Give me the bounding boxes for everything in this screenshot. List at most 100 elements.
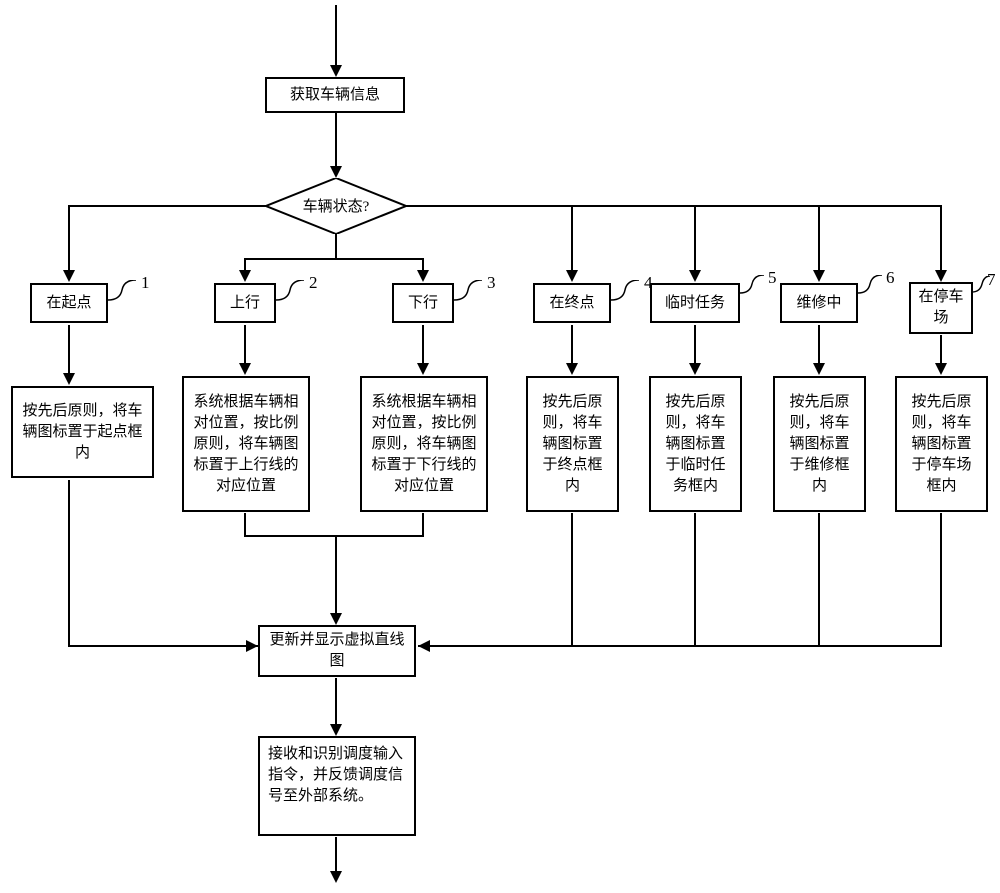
flow-line (694, 513, 696, 645)
action-label: 系统根据车辆相对位置，按比例原则，将车辆图标置于下行线的对应位置 (370, 392, 478, 497)
flow-line (940, 513, 942, 645)
decision-label: 车辆状态? (266, 195, 406, 216)
process-label: 获取车辆信息 (290, 85, 380, 106)
arrow-down-icon (330, 613, 342, 625)
branch-number: 2 (309, 273, 318, 293)
connector-curve (611, 280, 641, 302)
flow-line (244, 258, 424, 260)
process-get-info: 获取车辆信息 (265, 77, 405, 113)
arrow-down-icon (566, 270, 578, 282)
flow-line (418, 645, 942, 647)
flow-line (818, 513, 820, 645)
arrow-right-icon (246, 640, 258, 652)
action-label: 按先后原则，将车辆图标置于维修框内 (783, 392, 856, 497)
arrow-down-icon (239, 363, 251, 375)
branch-number: 5 (768, 268, 777, 288)
action-box-2: 系统根据车辆相对位置，按比例原则，将车辆图标置于上行线的对应位置 (182, 376, 310, 512)
flow-line (335, 837, 337, 873)
action-box-6: 按先后原则，将车辆图标置于维修框内 (773, 376, 866, 512)
arrow-down-icon (417, 363, 429, 375)
flow-line (68, 205, 70, 272)
flow-line (405, 205, 941, 207)
state-box-4: 在终点 (533, 283, 611, 323)
arrow-left-icon (418, 640, 430, 652)
action-label: 按先后原则，将车辆图标置于临时任务框内 (659, 392, 732, 497)
process-update-display: 更新并显示虚拟直线图 (258, 625, 416, 677)
decision-vehicle-state: 车辆状态? (266, 178, 406, 234)
arrow-down-icon (330, 65, 342, 77)
action-box-3: 系统根据车辆相对位置，按比例原则，将车辆图标置于下行线的对应位置 (360, 376, 488, 512)
arrow-down-icon (566, 363, 578, 375)
arrow-down-icon (935, 270, 947, 282)
state-label: 在停车场 (915, 287, 967, 329)
branch-number: 6 (886, 268, 895, 288)
state-box-5: 临时任务 (650, 283, 740, 323)
flow-line (335, 5, 337, 67)
action-box-1: 按先后原则，将车辆图标置于起点框内 (11, 386, 154, 478)
state-label: 临时任务 (665, 293, 725, 314)
state-label: 下行 (408, 293, 438, 314)
action-label: 按先后原则，将车辆图标置于停车场框内 (905, 392, 978, 497)
state-label: 在起点 (46, 293, 91, 314)
action-box-4: 按先后原则，将车辆图标置于终点框内 (526, 376, 619, 512)
state-box-2: 上行 (214, 283, 276, 323)
flow-line (422, 325, 424, 365)
flow-line (694, 205, 696, 272)
arrow-down-icon (813, 270, 825, 282)
arrow-down-icon (813, 363, 825, 375)
flow-line (694, 325, 696, 365)
flow-line (571, 325, 573, 365)
branch-number: 3 (487, 273, 496, 293)
flow-line (571, 513, 573, 645)
action-label: 按先后原则，将车辆图标置于终点框内 (536, 392, 609, 497)
process-receive-dispatch: 接收和识别调度输入指令，并反馈调度信号至外部系统。 (258, 736, 416, 836)
arrow-down-icon (689, 270, 701, 282)
branch-number: 7 (987, 270, 996, 290)
flow-line (422, 513, 424, 535)
action-label: 系统根据车辆相对位置，按比例原则，将车辆图标置于上行线的对应位置 (192, 392, 300, 497)
flow-line (335, 535, 337, 615)
flow-line (335, 234, 337, 258)
flow-line (940, 335, 942, 365)
state-label: 维修中 (796, 293, 841, 314)
connector-curve (276, 280, 306, 302)
flow-line (244, 325, 246, 365)
branch-number: 1 (141, 273, 150, 293)
flow-line (244, 513, 246, 535)
arrow-down-icon (239, 270, 251, 282)
connector-curve (454, 280, 484, 302)
flow-line (68, 325, 70, 375)
connector-curve (858, 275, 884, 295)
process-label: 接收和识别调度输入指令，并反馈调度信号至外部系统。 (268, 744, 406, 807)
action-label: 按先后原则，将车辆图标置于起点框内 (21, 401, 144, 464)
flow-line (68, 205, 267, 207)
arrow-down-icon (63, 373, 75, 385)
state-box-7: 在停车场 (909, 282, 973, 334)
arrow-down-icon (689, 363, 701, 375)
flow-line (68, 645, 258, 647)
arrow-down-icon (935, 363, 947, 375)
state-box-1: 在起点 (30, 283, 108, 323)
flow-line (68, 480, 70, 645)
flow-line (818, 205, 820, 272)
flow-line (335, 113, 337, 168)
state-label: 在终点 (549, 293, 594, 314)
flow-line (335, 678, 337, 726)
action-box-5: 按先后原则，将车辆图标置于临时任务框内 (649, 376, 742, 512)
process-label: 更新并显示虚拟直线图 (268, 630, 406, 672)
flow-line (571, 205, 573, 272)
action-box-7: 按先后原则，将车辆图标置于停车场框内 (895, 376, 988, 512)
arrow-down-icon (417, 270, 429, 282)
flow-line (940, 205, 942, 272)
state-label: 上行 (230, 293, 260, 314)
arrow-down-icon (330, 166, 342, 178)
arrow-down-icon (330, 871, 342, 883)
flow-line (818, 325, 820, 365)
arrow-down-icon (330, 724, 342, 736)
arrow-down-icon (63, 270, 75, 282)
connector-curve (108, 280, 138, 302)
flow-line (244, 535, 424, 537)
connector-curve (740, 275, 766, 295)
state-box-3: 下行 (392, 283, 454, 323)
state-box-6: 维修中 (780, 283, 858, 323)
